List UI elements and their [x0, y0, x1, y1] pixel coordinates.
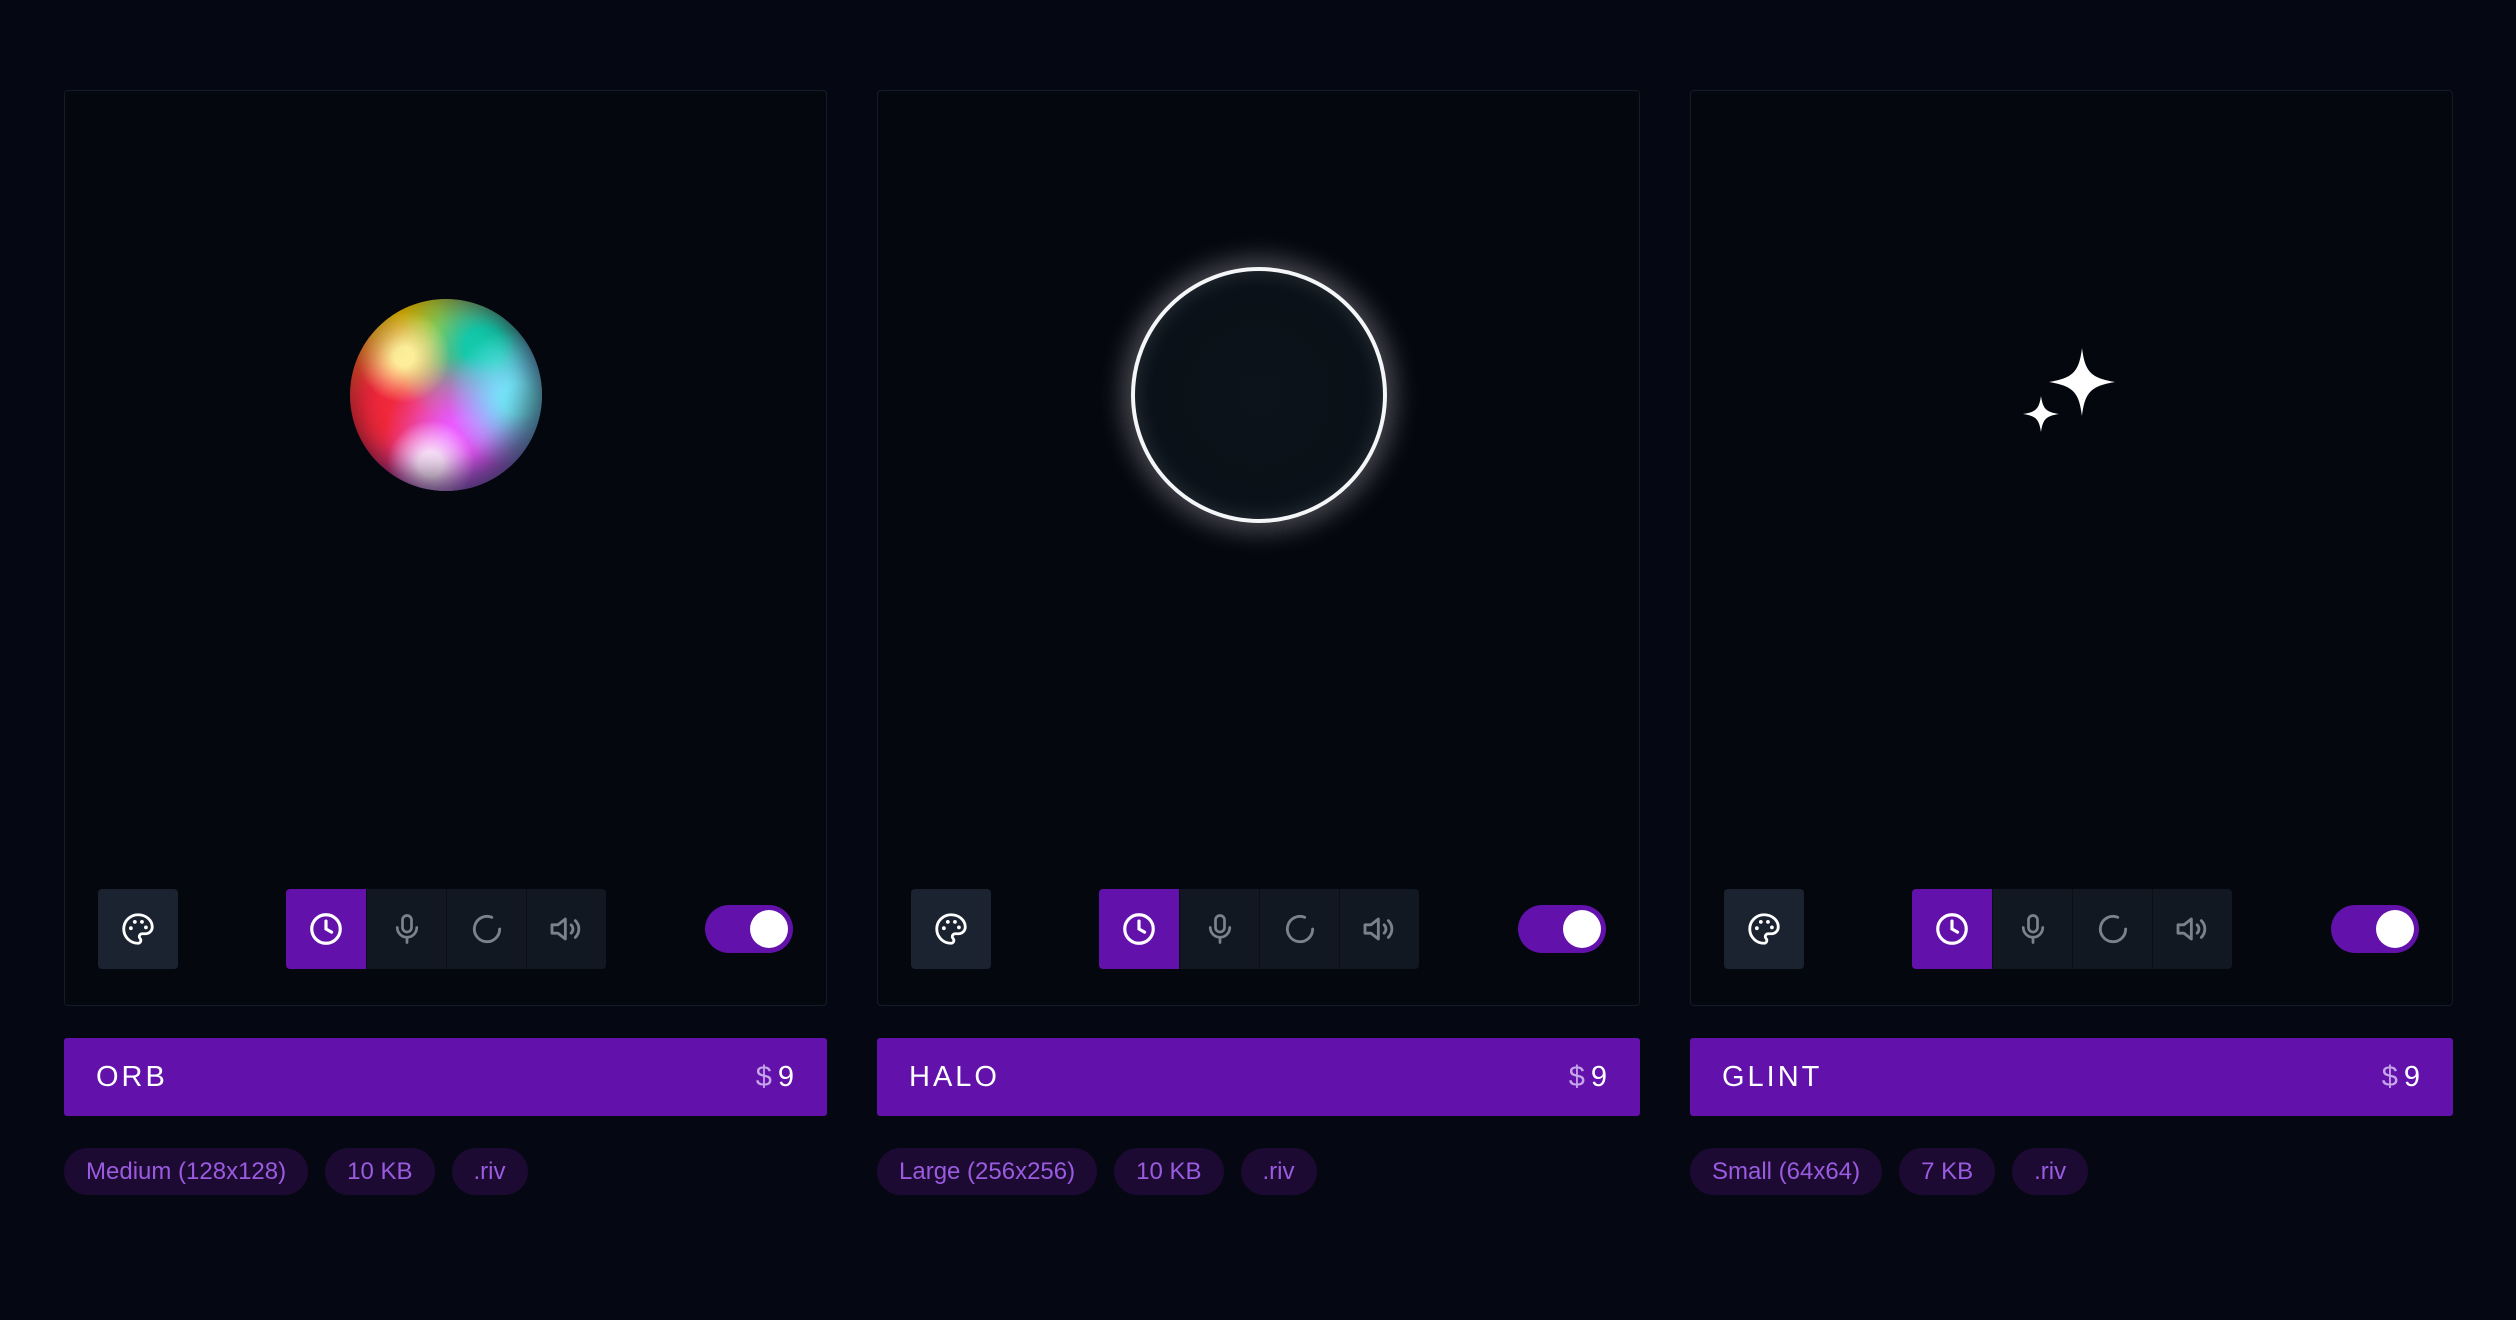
product-tags: Large (256x256) 10 KB .riv: [877, 1148, 1640, 1195]
palette-button[interactable]: [98, 889, 178, 969]
product-tags: Medium (128x128) 10 KB .riv: [64, 1148, 827, 1195]
mode-microphone-button[interactable]: [1179, 889, 1259, 969]
halo-ring-animation: [1130, 267, 1387, 523]
mode-loading-button[interactable]: [1259, 889, 1339, 969]
product-card[interactable]: [64, 90, 827, 1006]
product-price: $9: [1569, 1061, 1607, 1094]
speaker-icon: [2173, 909, 2213, 949]
mode-loading-button[interactable]: [446, 889, 526, 969]
palette-button[interactable]: [1724, 889, 1804, 969]
controls-bar: [878, 889, 1639, 969]
controls-bar: [65, 889, 826, 969]
mode-speaker-button[interactable]: [1339, 889, 1419, 969]
size-tag: Small (64x64): [1690, 1148, 1883, 1195]
mode-selector: [1912, 889, 2232, 969]
animation-toggle[interactable]: [705, 905, 793, 953]
speaker-icon: [1360, 909, 1400, 949]
price-amount: 9: [1590, 1060, 1607, 1093]
mode-speaker-button[interactable]: [2152, 889, 2232, 969]
clock-icon: [1933, 910, 1971, 948]
product-orb: ORB $9 Medium (128x128) 10 KB .riv: [64, 90, 827, 1195]
mode-microphone-button[interactable]: [366, 889, 446, 969]
microphone-icon: [1202, 911, 1238, 947]
product-card[interactable]: [877, 90, 1640, 1006]
mode-microphone-button[interactable]: [1992, 889, 2072, 969]
clock-icon: [307, 910, 345, 948]
filesize-tag: 10 KB: [1114, 1148, 1224, 1195]
product-title-bar[interactable]: HALO $9: [877, 1038, 1640, 1116]
animation-preview: [1691, 91, 2452, 871]
loading-spinner-icon: [2094, 910, 2132, 948]
filesize-tag: 10 KB: [325, 1148, 435, 1195]
product-name: GLINT: [1722, 1060, 1823, 1093]
product-halo: HALO $9 Large (256x256) 10 KB .riv: [877, 90, 1640, 1195]
toggle-knob: [2376, 910, 2414, 948]
palette-icon: [932, 910, 970, 948]
format-tag: .riv: [451, 1148, 528, 1195]
currency-symbol: $: [2381, 1060, 2398, 1093]
animation-preview: [65, 91, 826, 871]
animation-toggle[interactable]: [1518, 905, 1606, 953]
microphone-icon: [2015, 911, 2051, 947]
size-tag: Medium (128x128): [64, 1148, 309, 1195]
speaker-icon: [547, 909, 587, 949]
product-tags: Small (64x64) 7 KB .riv: [1690, 1148, 2453, 1195]
palette-button[interactable]: [911, 889, 991, 969]
price-amount: 9: [777, 1060, 794, 1093]
mode-loading-button[interactable]: [2072, 889, 2152, 969]
product-title-bar[interactable]: ORB $9: [64, 1038, 827, 1116]
product-grid: ORB $9 Medium (128x128) 10 KB .riv HALO …: [64, 90, 2453, 1195]
product-glint: GLINT $9 Small (64x64) 7 KB .riv: [1690, 90, 2453, 1195]
mode-selector: [286, 889, 606, 969]
microphone-icon: [389, 911, 425, 947]
loading-spinner-icon: [1281, 910, 1319, 948]
filesize-tag: 7 KB: [1899, 1148, 1996, 1195]
mode-speaker-button[interactable]: [526, 889, 606, 969]
mode-selector: [1099, 889, 1419, 969]
product-title-bar[interactable]: GLINT $9: [1690, 1038, 2453, 1116]
product-name: HALO: [909, 1060, 1000, 1093]
palette-icon: [119, 910, 157, 948]
currency-symbol: $: [755, 1060, 772, 1093]
format-tag: .riv: [2012, 1148, 2089, 1195]
clock-icon: [1120, 910, 1158, 948]
toggle-knob: [750, 910, 788, 948]
mode-clock-button[interactable]: [1912, 889, 1992, 969]
product-price: $9: [2382, 1061, 2420, 1094]
orb-animation: [349, 299, 542, 491]
format-tag: .riv: [1240, 1148, 1317, 1195]
animation-toggle[interactable]: [2331, 905, 2419, 953]
product-price: $9: [756, 1061, 794, 1094]
price-amount: 9: [2403, 1060, 2420, 1093]
animation-preview: [878, 91, 1639, 871]
loading-spinner-icon: [468, 910, 506, 948]
product-name: ORB: [96, 1060, 168, 1093]
currency-symbol: $: [1568, 1060, 1585, 1093]
size-tag: Large (256x256): [877, 1148, 1098, 1195]
product-card[interactable]: [1690, 90, 2453, 1006]
sparkle-icon: [2022, 348, 2115, 432]
toggle-knob: [1563, 910, 1601, 948]
palette-icon: [1745, 910, 1783, 948]
controls-bar: [1691, 889, 2452, 969]
mode-clock-button[interactable]: [286, 889, 366, 969]
mode-clock-button[interactable]: [1099, 889, 1179, 969]
